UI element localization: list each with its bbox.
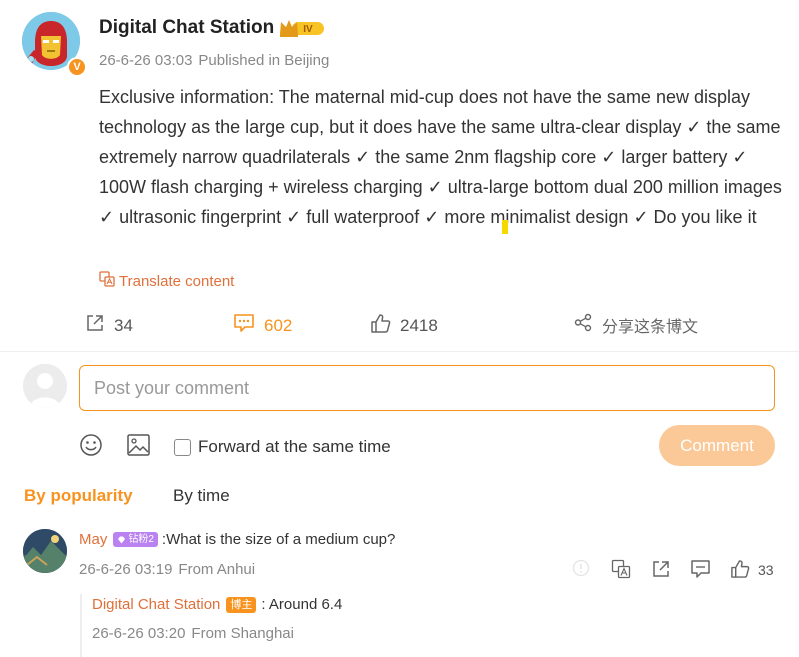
diamond-icon <box>118 536 126 543</box>
commenter-avatar[interactable] <box>23 529 67 573</box>
comment-translate-icon[interactable] <box>611 559 631 584</box>
reply-text: : Around 6.4 <box>261 596 343 613</box>
share-label: 分享这条博文 <box>602 319 699 336</box>
fan-badge-label: 钻粉2 <box>128 534 154 545</box>
reply-header: Digital Chat Station 博主 : Around 6.4 <box>92 596 342 613</box>
thumbs-up-icon <box>370 313 391 339</box>
emoji-icon[interactable] <box>79 433 103 462</box>
reply-meta: 26-6-26 03:20 From Shanghai <box>92 625 294 642</box>
image-upload-icon[interactable] <box>126 433 151 462</box>
forward-button[interactable]: 34 <box>85 313 133 338</box>
post-author-name[interactable]: Digital Chat Station <box>99 17 274 39</box>
comment-toggle-button[interactable]: 602 <box>233 313 292 338</box>
level-badge-label: IV <box>303 24 313 35</box>
comment-input[interactable] <box>79 365 775 411</box>
comment-text: :What is the size of a medium cup? <box>161 531 396 548</box>
translate-icon <box>99 271 115 291</box>
share-button[interactable]: 分享这条博文 <box>574 313 698 337</box>
comment-meta: 26-6-26 03:19 From Anhui <box>79 561 255 578</box>
reply-date: 26-6-26 03:20 <box>92 625 186 642</box>
forward-option[interactable]: Forward at the same time <box>174 437 391 457</box>
like-button[interactable]: 2418 <box>370 313 438 339</box>
commenter-name[interactable]: May <box>79 531 107 548</box>
comment-forward-icon[interactable] <box>651 559 671 584</box>
reply-author-name[interactable]: Digital Chat Station <box>92 596 220 613</box>
like-count: 2418 <box>400 316 438 335</box>
forward-option-label: Forward at the same time <box>198 437 391 456</box>
comment-date: 26-6-26 03:19 <box>79 561 173 578</box>
comment-header: May 钻粉2 :What is the size of a medium cu… <box>79 531 395 548</box>
comment-count: 602 <box>264 315 293 335</box>
section-divider <box>0 351 799 352</box>
text-cursor <box>502 220 508 234</box>
translate-label: Translate content <box>119 272 235 290</box>
fan-level-badge: 钻粉2 <box>113 532 158 547</box>
reply-location: From Shanghai <box>191 625 294 642</box>
reply-thread-line <box>80 594 82 657</box>
forward-checkbox[interactable] <box>174 438 191 456</box>
comment-location: From Anhui <box>178 561 256 578</box>
sort-by-popularity-tab[interactable]: By popularity <box>24 486 133 506</box>
translate-link[interactable]: Translate content <box>99 271 234 291</box>
blogger-badge: 博主 <box>226 596 257 613</box>
comment-like-icon[interactable] <box>730 559 750 584</box>
post-location: Published in Beijing <box>198 52 330 69</box>
forward-count: 34 <box>114 315 133 335</box>
forward-icon <box>85 313 105 338</box>
verified-badge-icon: V <box>67 57 87 77</box>
post-body-text: Exclusive information: The maternal mid-… <box>99 87 782 227</box>
share-icon <box>574 313 593 337</box>
sort-by-time-tab[interactable]: By time <box>173 486 230 506</box>
level-crown-badge-icon: IV <box>278 17 326 44</box>
comment-like-count: 33 <box>758 562 774 578</box>
post-meta: 26-6-26 03:03 Published in Beijing <box>99 52 329 69</box>
comment-bubble-icon <box>233 313 255 338</box>
current-user-avatar <box>23 364 67 408</box>
submit-comment-button[interactable]: Comment <box>659 425 775 466</box>
report-icon[interactable] <box>572 559 590 582</box>
post-date[interactable]: 26-6-26 03:03 <box>99 52 192 69</box>
comment-reply-icon[interactable] <box>690 559 711 584</box>
